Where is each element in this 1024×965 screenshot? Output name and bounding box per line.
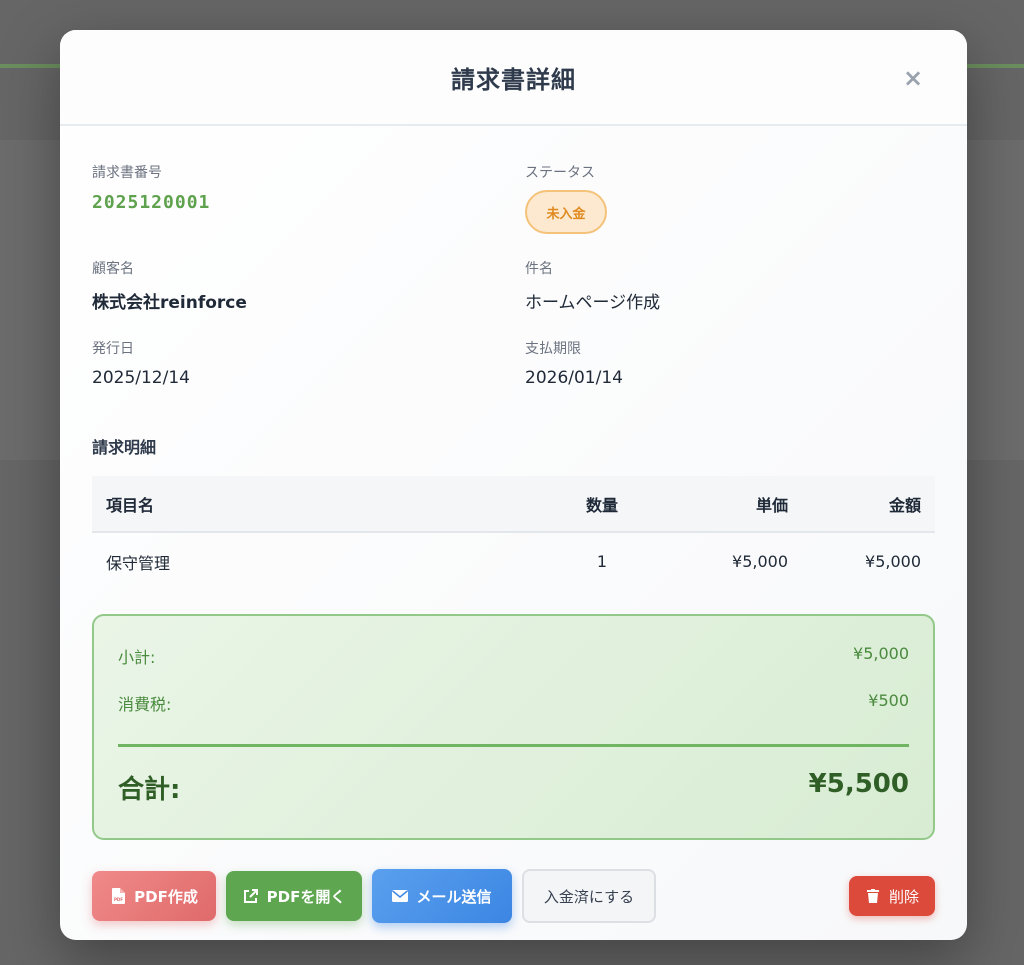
row-amount: ¥5,000	[865, 552, 921, 571]
close-icon: ×	[902, 64, 924, 92]
tax-value: ¥500	[868, 691, 909, 710]
details-title: 請求明細	[92, 438, 157, 457]
status-label: ステータス	[525, 165, 595, 181]
row-qty: 1	[596, 552, 608, 571]
close-button[interactable]: ×	[899, 64, 927, 92]
total-label: 合計:	[118, 775, 181, 805]
external-link-icon	[243, 888, 259, 904]
status-field: ステータス 未入金	[525, 126, 935, 258]
due-date: 2026/01/14	[525, 368, 623, 388]
customer-field: 顧客名 株式会社reinforce	[92, 258, 525, 338]
subject-field: 件名 ホームページ作成	[525, 258, 935, 338]
subtotal-row: 小計: ¥5,000	[118, 644, 909, 691]
total-value: ¥5,500	[808, 769, 909, 799]
envelope-icon	[392, 888, 409, 904]
table-header-row: 項目名 数量 単価 金額	[92, 476, 935, 532]
row-item-name: 保守管理	[106, 553, 171, 573]
issue-date-label: 発行日	[92, 341, 134, 357]
issue-date: 2025/12/14	[92, 368, 190, 388]
svg-text:PDF: PDF	[114, 897, 123, 902]
tax-row: 消費税: ¥500	[118, 691, 909, 738]
details-table: 項目名 数量 単価 金額 保守管理 1 ¥5,000 ¥5,000	[92, 476, 935, 590]
subject-value: ホームページ作成	[525, 293, 661, 313]
total-row: 合計: ¥5,500	[118, 769, 909, 806]
column-header-amount: 金額	[888, 495, 921, 515]
pdf-file-icon: PDF	[110, 888, 126, 904]
invoice-info: 請求書番号 2025120001 ステータス 未入金 顧客名 株式会社reinf…	[92, 126, 935, 420]
subtotal-value: ¥5,000	[853, 644, 909, 663]
due-date-label: 支払期限	[525, 341, 581, 357]
invoice-detail-modal: 請求書詳細 × 請求書番号 2025120001 ステータス 未入金 顧客名 株…	[60, 30, 967, 940]
send-mail-button[interactable]: メール送信	[372, 869, 512, 923]
invoice-number-label: 請求書番号	[92, 165, 162, 181]
invoice-number: 2025120001	[92, 192, 211, 213]
pdf-open-label: PDFを開く	[266, 887, 346, 906]
subtotal-label: 小計:	[118, 648, 156, 667]
delete-button[interactable]: 削除	[849, 876, 935, 916]
pdf-create-label: PDF作成	[134, 887, 198, 906]
totals-divider	[118, 744, 909, 747]
subject-label: 件名	[525, 261, 553, 277]
pdf-open-button[interactable]: PDFを開く	[226, 871, 362, 921]
send-mail-label: メール送信	[416, 887, 492, 906]
modal-title: 請求書詳細	[451, 65, 576, 94]
modal-body: 請求書番号 2025120001 ステータス 未入金 顧客名 株式会社reinf…	[60, 126, 967, 924]
status-badge: 未入金	[525, 190, 607, 234]
mark-paid-button[interactable]: 入金済にする	[522, 869, 656, 923]
trash-icon	[865, 888, 881, 904]
pdf-create-button[interactable]: PDF PDF作成	[92, 871, 216, 921]
modal-header: 請求書詳細 ×	[60, 30, 967, 126]
table-row: 保守管理 1 ¥5,000 ¥5,000	[92, 532, 935, 590]
customer-label: 顧客名	[92, 261, 134, 277]
column-header-price: 単価	[755, 495, 788, 515]
tax-label: 消費税:	[118, 695, 172, 714]
due-date-field: 支払期限 2026/01/14	[525, 338, 935, 420]
column-header-qty: 数量	[585, 495, 618, 515]
invoice-number-field: 請求書番号 2025120001	[92, 126, 525, 258]
delete-label: 削除	[888, 887, 919, 906]
column-header-item: 項目名	[106, 495, 155, 515]
action-bar: PDF PDF作成 PDFを開く メール送信 入金済にする 削除	[92, 868, 935, 924]
issue-date-field: 発行日 2025/12/14	[92, 338, 525, 420]
row-price: ¥5,000	[732, 552, 788, 571]
customer-name: 株式会社reinforce	[92, 293, 247, 313]
totals-box: 小計: ¥5,000 消費税: ¥500 合計: ¥5,500	[92, 614, 935, 840]
